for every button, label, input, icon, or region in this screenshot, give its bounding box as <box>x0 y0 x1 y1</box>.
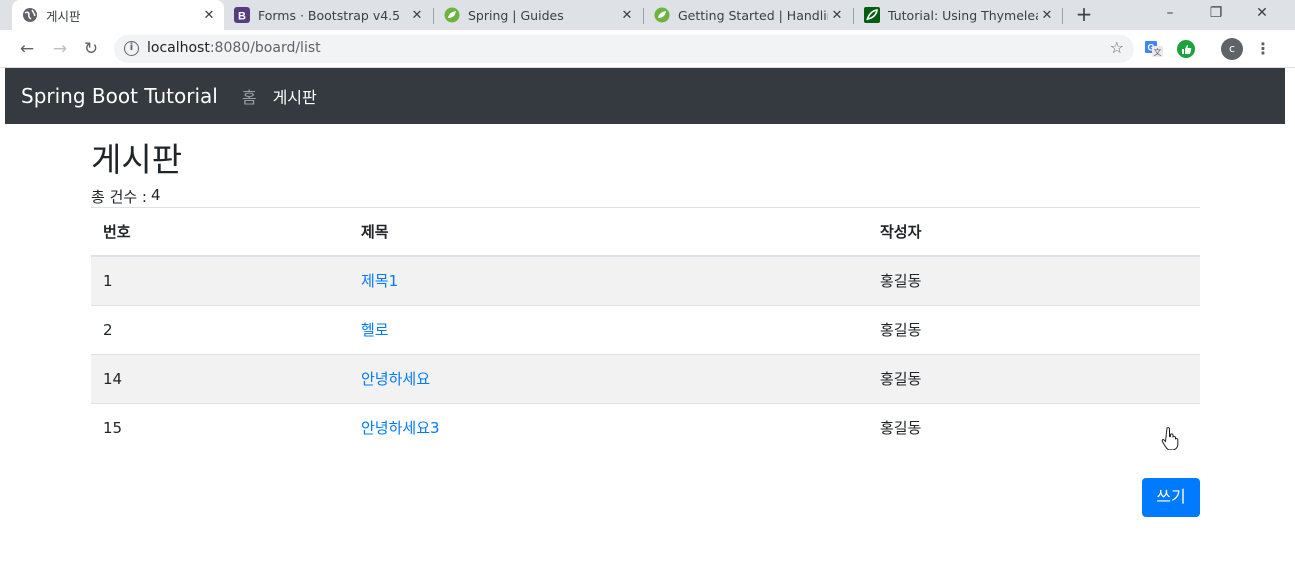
post-title-link[interactable]: 헬로 <box>361 321 389 339</box>
browser-tab-bootstrap[interactable]: B Forms · Bootstrap v4.5 ✕ <box>224 0 432 30</box>
cell-title: 안녕하세요3 <box>349 402 868 453</box>
table-row: 15 안녕하세요3 홍길동 <box>91 402 1200 453</box>
browser-toolbar: ← → ↻ i localhost:8080/board/list ☆ G文 c… <box>0 30 1295 68</box>
cell-title: 제목1 <box>349 255 868 306</box>
post-title-link[interactable]: 안녕하세요 <box>361 370 430 388</box>
site-navbar: Spring Boot Tutorial 홈 게시판 <box>5 68 1285 124</box>
nav-link-board[interactable]: 게시판 <box>273 84 317 108</box>
back-icon[interactable]: ← <box>15 37 39 61</box>
cell-author: 홍길동 <box>868 255 1200 306</box>
thumbs-up-extension-icon[interactable] <box>1176 39 1196 59</box>
url-path: :8080/board/list <box>209 40 321 56</box>
table-row: 14 안녕하세요 홍길동 <box>91 353 1200 404</box>
count-value: 4 <box>151 185 161 204</box>
tab-close-icon[interactable]: ✕ <box>408 8 426 23</box>
navbar-brand[interactable]: Spring Boot Tutorial <box>21 84 218 108</box>
bookmark-star-icon[interactable]: ☆ <box>1110 38 1124 57</box>
browser-tab-board[interactable]: 게시판 ✕ <box>12 0 224 30</box>
browser-tab-spring-guides[interactable]: Spring | Guides ✕ <box>434 0 642 30</box>
table-row: 1 제목1 홍길동 <box>91 255 1200 306</box>
spring-icon <box>444 7 460 23</box>
table-header-row: 번호 제목 작성자 <box>91 206 1200 258</box>
tab-close-icon[interactable]: ✕ <box>618 8 636 23</box>
url-host: localhost <box>147 40 210 56</box>
post-title-link[interactable]: 제목1 <box>361 272 398 290</box>
browser-menu-icon[interactable]: ⋮ <box>1255 38 1271 60</box>
cell-number: 1 <box>91 255 349 306</box>
tab-title: 게시판 <box>46 8 81 24</box>
svg-text:B: B <box>238 11 246 23</box>
bootstrap-icon: B <box>234 7 250 23</box>
globe-icon <box>22 7 38 23</box>
new-tab-icon[interactable]: + <box>1072 3 1096 27</box>
translate-icon[interactable]: G文 <box>1144 39 1164 59</box>
post-title-link[interactable]: 안녕하세요3 <box>361 419 440 437</box>
hand-pointer-cursor-icon <box>1160 426 1180 451</box>
cell-author: 홍길동 <box>868 353 1200 404</box>
cell-title: 헬로 <box>349 304 868 355</box>
browser-tab-thymeleaf[interactable]: Tutorial: Using Thymeleaf ✕ <box>854 0 1062 30</box>
main-content: 게시판 총 건수 : 4 번호 제목 작성자 1 제목1 홍길동 2 헬로 홍길… <box>91 140 1200 453</box>
tab-title: Getting Started | Handling <box>678 7 828 23</box>
tab-close-icon[interactable]: ✕ <box>200 8 218 23</box>
cell-title: 안녕하세요 <box>349 353 868 404</box>
reload-icon[interactable]: ↻ <box>79 37 103 61</box>
board-table: 번호 제목 작성자 1 제목1 홍길동 2 헬로 홍길동 14 안녕하세요 홍길… <box>91 206 1200 453</box>
cell-number: 15 <box>91 402 349 453</box>
address-bar[interactable]: i localhost:8080/board/list ☆ <box>114 35 1134 63</box>
spring-icon <box>654 7 670 23</box>
nav-link-home[interactable]: 홈 <box>242 84 257 108</box>
svg-text:文: 文 <box>1154 47 1162 57</box>
tab-separator <box>1062 8 1063 24</box>
page-title: 게시판 <box>91 140 183 179</box>
header-author: 작성자 <box>868 206 1200 258</box>
browser-tab-strip: 게시판 ✕ B Forms · Bootstrap v4.5 ✕ Spring … <box>0 0 1295 30</box>
header-title: 제목 <box>349 206 868 258</box>
minimize-icon[interactable]: – <box>1147 0 1193 30</box>
table-row: 2 헬로 홍길동 <box>91 304 1200 355</box>
tab-title: Spring | Guides <box>468 7 564 23</box>
tab-title: Forms · Bootstrap v4.5 <box>258 7 401 23</box>
window-close-icon[interactable]: ✕ <box>1239 0 1285 30</box>
tab-close-icon[interactable]: ✕ <box>828 8 846 23</box>
forward-icon[interactable]: → <box>48 37 72 61</box>
tab-close-icon[interactable]: ✕ <box>1038 8 1056 23</box>
thymeleaf-icon <box>864 7 880 23</box>
count-label: 총 건수 : <box>91 187 147 206</box>
cell-number: 2 <box>91 304 349 355</box>
cell-author: 홍길동 <box>868 402 1200 453</box>
restore-icon[interactable]: ❐ <box>1193 0 1239 30</box>
site-info-icon[interactable]: i <box>124 41 139 56</box>
browser-tab-getting-started[interactable]: Getting Started | Handling ✕ <box>644 0 852 30</box>
write-button[interactable]: 쓰기 <box>1142 478 1200 517</box>
address-url[interactable]: localhost:8080/board/list <box>147 40 321 56</box>
header-number: 번호 <box>91 206 349 258</box>
cell-number: 14 <box>91 353 349 404</box>
cell-author: 홍길동 <box>868 304 1200 355</box>
profile-avatar[interactable]: c <box>1221 38 1243 60</box>
total-count: 총 건수 : 4 <box>91 186 1200 207</box>
tab-title: Tutorial: Using Thymeleaf <box>888 7 1038 23</box>
